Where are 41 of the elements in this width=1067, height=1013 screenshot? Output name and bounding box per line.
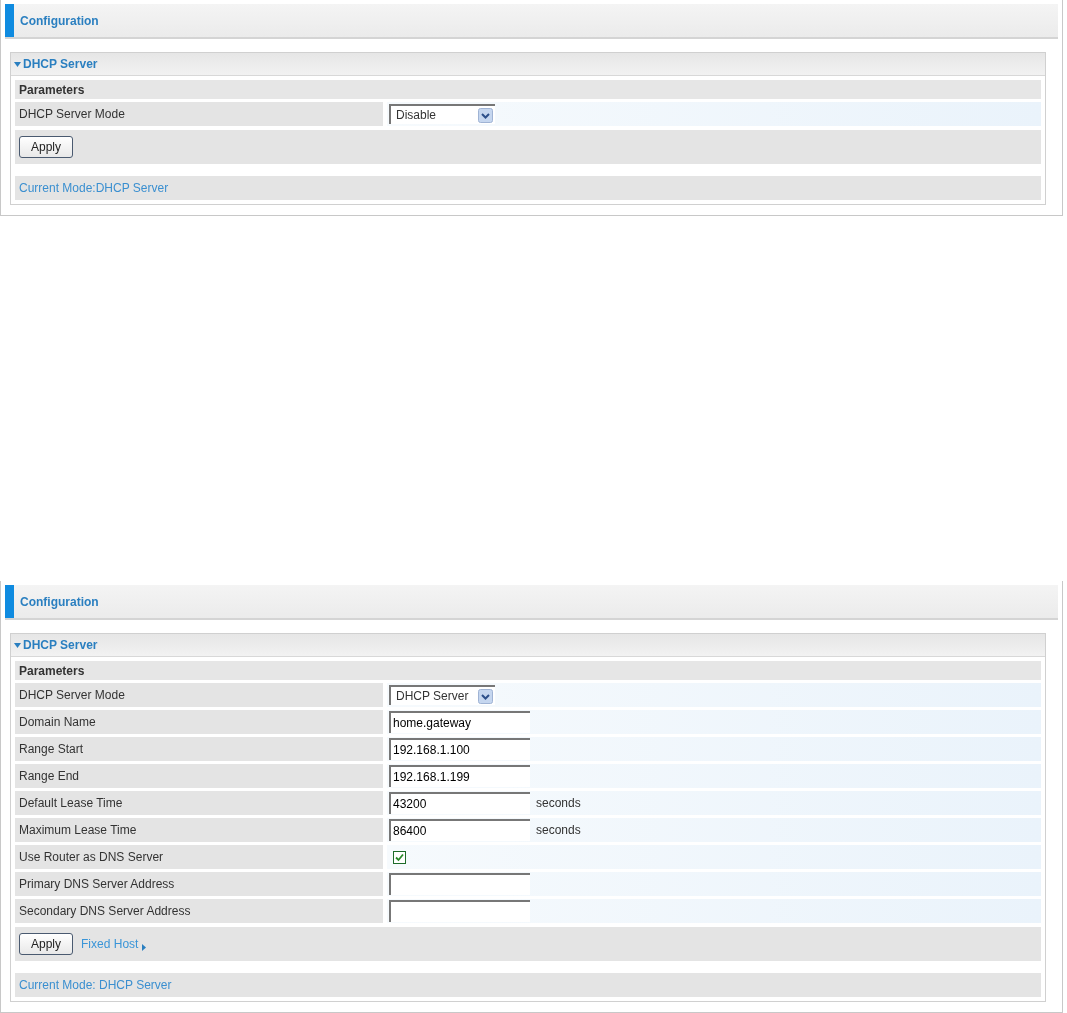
- field-label: Use Router as DNS Server: [15, 845, 383, 869]
- text-field[interactable]: 192.168.1.100: [389, 738, 530, 760]
- text-field[interactable]: 86400: [389, 819, 530, 841]
- field-label: DHCP Server Mode: [15, 683, 383, 707]
- section-header[interactable]: DHCP Server: [11, 634, 1045, 657]
- select-value: Disable: [396, 108, 437, 122]
- section-header[interactable]: DHCP Server: [11, 53, 1045, 76]
- field-label: Primary DNS Server Address: [15, 872, 383, 896]
- header-title: Configuration: [20, 13, 99, 28]
- field-label: Range End: [15, 764, 383, 788]
- field-label: Range Start: [15, 737, 383, 761]
- mode-select[interactable]: Disable: [389, 104, 495, 124]
- unit-label: seconds: [536, 823, 581, 837]
- mode-select[interactable]: DHCP Server: [389, 685, 495, 705]
- field-label: DHCP Server Mode: [15, 102, 383, 126]
- caret-icon: [14, 642, 21, 648]
- apply-button[interactable]: Apply: [19, 136, 74, 158]
- arrow-icon: [142, 943, 147, 951]
- field-label: Maximum Lease Time: [15, 818, 383, 842]
- current-mode-text: Current Mode: DHCP Server: [15, 973, 1041, 997]
- apply-button[interactable]: Apply: [19, 933, 74, 955]
- header-title: Configuration: [20, 594, 99, 609]
- current-mode-text: Current Mode:DHCP Server: [15, 176, 1041, 200]
- checkbox[interactable]: [393, 850, 406, 864]
- section-title: DHCP Server: [23, 638, 98, 652]
- text-field[interactable]: [389, 873, 530, 895]
- unit-label: seconds: [536, 796, 581, 810]
- accent-bar: [5, 585, 14, 618]
- select-value: DHCP Server: [396, 689, 469, 703]
- accent-bar: [5, 4, 14, 37]
- field-label: Default Lease Time: [15, 791, 383, 815]
- field-label: Domain Name: [15, 710, 383, 734]
- group-title: Parameters: [15, 80, 1041, 99]
- text-field[interactable]: home.gateway: [389, 711, 530, 733]
- caret-icon: [14, 61, 21, 67]
- text-field[interactable]: 192.168.1.199: [389, 765, 530, 787]
- section-title: DHCP Server: [23, 57, 98, 71]
- text-field[interactable]: 43200: [389, 792, 530, 814]
- text-field[interactable]: [389, 900, 530, 922]
- field-label: Secondary DNS Server Address: [15, 899, 383, 923]
- group-title: Parameters: [15, 661, 1041, 680]
